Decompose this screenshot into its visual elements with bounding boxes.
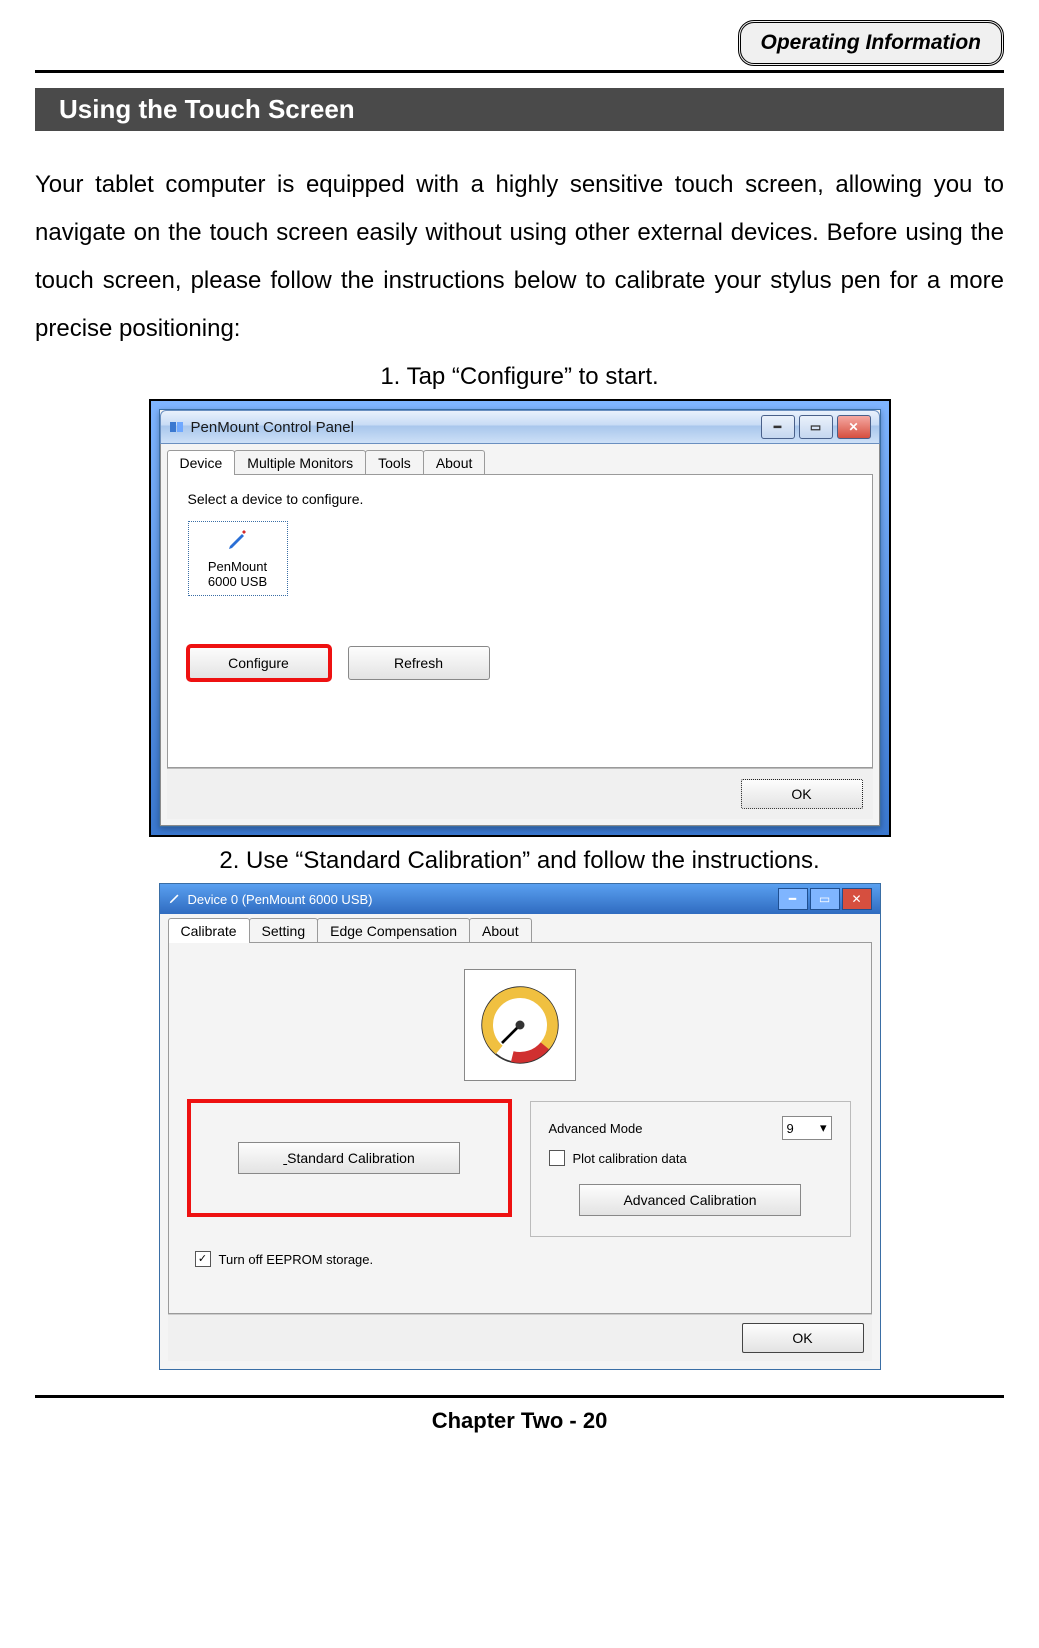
tab-calibrate[interactable]: Calibrate (168, 918, 250, 943)
top-rule (35, 70, 1004, 73)
eeprom-checkbox[interactable]: ✓ (195, 1251, 211, 1267)
advanced-mode-label: Advanced Mode (549, 1121, 643, 1136)
tab-edge-compensation[interactable]: Edge Compensation (317, 918, 470, 943)
gauge-icon (464, 969, 576, 1081)
advanced-calibration-button[interactable]: Advanced Calibration (579, 1184, 801, 1216)
tab-about[interactable]: About (423, 450, 486, 475)
ok-button[interactable]: OK (741, 779, 863, 809)
tab-about[interactable]: About (469, 918, 532, 943)
plot-checkbox[interactable] (549, 1150, 565, 1166)
ok-button[interactable]: OK (742, 1323, 864, 1353)
pane-instruction: Select a device to configure. (188, 491, 852, 507)
app-icon (169, 419, 185, 435)
plot-label: Plot calibration data (573, 1151, 687, 1166)
tab-tools[interactable]: Tools (365, 450, 424, 475)
minimize-button[interactable]: ━ (761, 415, 795, 439)
intro-paragraph: Your tablet computer is equipped with a … (35, 161, 1004, 353)
header-badge: Operating Information (738, 20, 1005, 66)
bottom-rule (35, 1395, 1004, 1398)
window-title: PenMount Control Panel (191, 419, 761, 436)
minimize-button[interactable]: ━ (778, 888, 808, 910)
step2-caption: 2. Use “Standard Calibration” and follow… (35, 847, 1004, 875)
pen-icon (193, 528, 283, 559)
maximize-button[interactable]: ▭ (810, 888, 840, 910)
section-heading: Using the Touch Screen (35, 88, 1004, 131)
tab-device[interactable]: Device (167, 450, 236, 475)
device-calibration-window: Device 0 (PenMount 6000 USB) ━ ▭ ✕ Calib… (159, 883, 881, 1370)
eeprom-label: Turn off EEPROM storage. (219, 1252, 374, 1267)
window-title: Device 0 (PenMount 6000 USB) (188, 892, 373, 907)
advanced-mode-dropdown[interactable]: 9▾ (782, 1116, 832, 1140)
device-name: PenMount6000 USB (193, 559, 283, 589)
penmount-control-panel: PenMount Control Panel ━ ▭ ✕ Device Mult… (159, 409, 881, 827)
tab-setting[interactable]: Setting (249, 918, 319, 943)
step1-caption: 1. Tap “Configure” to start. (35, 363, 1004, 391)
page-footer: Chapter Two - 20 (35, 1408, 1004, 1464)
chevron-down-icon: ▾ (820, 1120, 827, 1136)
configure-button[interactable]: Configure (188, 646, 330, 680)
maximize-button[interactable]: ▭ (799, 415, 833, 439)
device-item[interactable]: PenMount6000 USB (188, 521, 288, 596)
close-button[interactable]: ✕ (837, 415, 871, 439)
standard-calibration-button[interactable]: Standard Calibration (238, 1142, 460, 1174)
pen-icon (168, 891, 182, 908)
close-button[interactable]: ✕ (842, 888, 872, 910)
tab-multiple-monitors[interactable]: Multiple Monitors (234, 450, 366, 475)
refresh-button[interactable]: Refresh (348, 646, 490, 680)
